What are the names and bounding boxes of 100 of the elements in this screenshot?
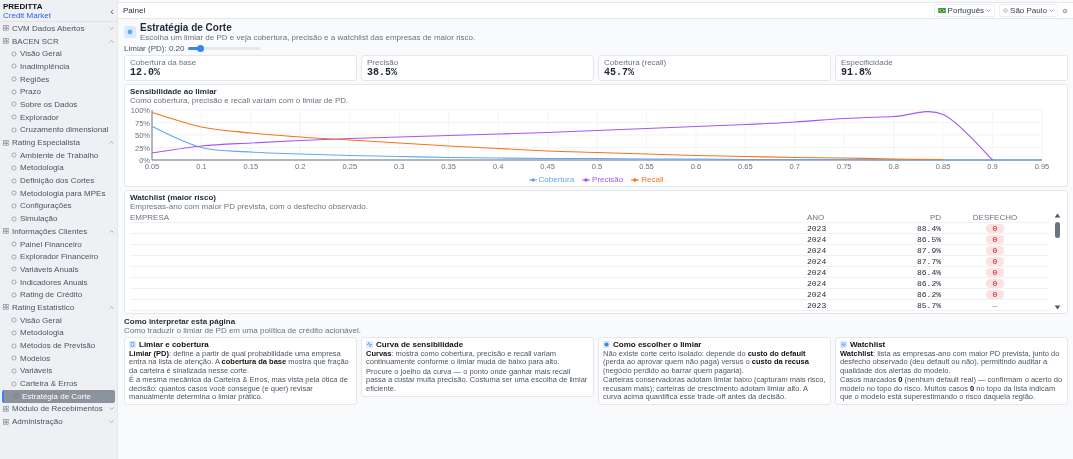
outcome-badge: 0 [985, 223, 1005, 233]
sidebar-item[interactable]: Simulação [2, 212, 115, 225]
language-select[interactable]: Português [933, 4, 996, 17]
sidebar-item[interactable]: Variáveis [2, 364, 115, 378]
chart-subtitle: Como cobertura, precisão e recall variam com o limiar de PD. [130, 96, 350, 105]
table-cell-text: 2024 [807, 267, 828, 277]
column-header: DESFECHO [971, 212, 1019, 222]
circle-icon [11, 76, 17, 83]
circle-icon [11, 50, 17, 57]
page-subtitle: Escolha um limiar de PD e veja cobertura, precisão e a watchlist das empresas de maior risco. [140, 33, 476, 42]
circle-icon [11, 101, 17, 108]
circle-icon [11, 279, 17, 286]
sidebar-group[interactable]: Rating Estatístico [0, 301, 117, 314]
sidebar-item[interactable]: Explorador Financeiro [2, 250, 115, 264]
dot-icon [126, 28, 134, 36]
outcome-badge: 0 [985, 289, 1005, 299]
sidebar-item[interactable]: Inadimplência [2, 60, 115, 73]
sidebar-item[interactable]: Rating de Crédito [2, 288, 115, 302]
circle-icon [11, 253, 17, 260]
card-title: Watchlist [850, 340, 886, 349]
flag-icon [937, 8, 946, 13]
legend-label: Cobertura [538, 175, 575, 184]
sidebar-item[interactable]: Metodologia [2, 326, 115, 340]
section-title: Como interpretar esta página [124, 317, 237, 326]
circle-icon [11, 367, 17, 374]
scroll-down-icon[interactable] [1054, 304, 1061, 311]
sidebar-item[interactable]: Metodologia [2, 161, 115, 175]
outcome-badge: 0 [985, 267, 1005, 277]
table-cell: 87.7% [917, 256, 941, 266]
grid-icon [3, 139, 9, 146]
sidebar-item[interactable]: Regiões [2, 72, 115, 86]
sidebar-item[interactable]: Sobre os Dados [2, 98, 115, 111]
sidebar-group[interactable]: Módulo de Recebimentos [0, 402, 117, 416]
circle-icon [11, 164, 17, 171]
sidebar-item[interactable]: Metodologia para MPEs [2, 186, 115, 200]
table-cell-text: 2024 [807, 256, 828, 266]
sidebar-group[interactable]: Administração [0, 415, 117, 428]
chevron-icon [986, 8, 992, 13]
collapse-button[interactable]: ‹ [110, 5, 114, 17]
circle-icon [11, 177, 17, 184]
scrollbar-thumb[interactable] [1055, 222, 1060, 238]
sidebar-item[interactable]: Ambiente de Trabalho [2, 148, 115, 162]
circle-icon [11, 342, 17, 349]
table-cell: 86.4% [917, 267, 941, 277]
document-icon [129, 341, 136, 348]
circle-icon [11, 114, 17, 121]
table-cell: 86.2% [917, 289, 941, 299]
sidebar-item[interactable]: Modelos [2, 351, 115, 365]
sidebar-group[interactable]: BACEN SCR [0, 34, 117, 48]
globe-icon [1003, 8, 1009, 13]
sidebar-item[interactable]: Métodos de Previsão [2, 339, 115, 352]
circle-icon [11, 152, 17, 159]
slider-thumb[interactable] [197, 45, 205, 52]
section-subtitle: Como traduzir o limiar de PD em uma política de crédito acionável. [124, 326, 362, 335]
card-title: Curva de sensibilidade [376, 340, 464, 349]
metric-label: Especificidade [841, 58, 894, 67]
sidebar-item[interactable]: Variáveis Anuais [2, 263, 115, 276]
table-cell: 86.5% [917, 234, 941, 244]
table-cell-text: 2024 [807, 245, 828, 255]
info-icon [603, 341, 610, 348]
breadcrumb[interactable]: Painel [123, 6, 146, 15]
metric-value: 91.8% [841, 67, 872, 78]
sidebar-group[interactable]: CVM Dados Abertos [0, 22, 117, 35]
sidebar-group[interactable]: Informações Clientes [0, 225, 117, 238]
circle-icon [11, 380, 17, 387]
pulse-icon [366, 341, 373, 348]
settings-icon[interactable] [1062, 7, 1068, 14]
sidebar-item[interactable]: Configurações [2, 199, 115, 213]
metric-label: Cobertura da base [130, 58, 198, 67]
circle-icon [11, 126, 17, 133]
circle-icon [11, 215, 17, 222]
table-cell-text: 2023 [807, 223, 828, 233]
timezone-select[interactable]: São Paulo [999, 4, 1058, 17]
sidebar-item[interactable]: Cruzamento dimensional [2, 123, 115, 137]
metric-label: Precisão [367, 58, 400, 67]
sidebar-item[interactable]: Definição dos Cortes [2, 174, 115, 187]
sidebar-item[interactable]: Explorador [2, 110, 115, 124]
table-cell: 86.2% [917, 278, 941, 288]
table-cell-text: 2024 [807, 234, 828, 244]
legend-label: Precisão [592, 175, 624, 184]
table-cell-text: 2023 [807, 300, 828, 310]
y-axis-line [151, 109, 153, 161]
sidebar-item[interactable]: Painel Financeiro [2, 237, 115, 251]
column-header: PD [928, 212, 941, 222]
brand-name: PREDITTA [3, 2, 44, 11]
table-cell-text: 2024 [807, 289, 828, 299]
table-cell: — [992, 300, 998, 310]
sidebar-item[interactable]: Indicadores Anuais [2, 275, 115, 289]
scroll-up-icon[interactable] [1054, 212, 1061, 219]
sidebar-item[interactable]: Visão Geral [2, 47, 115, 61]
circle-icon [11, 291, 17, 298]
sidebar-item[interactable]: Visão Geral [2, 313, 115, 327]
circle-icon [11, 63, 17, 70]
circle-icon [11, 317, 17, 324]
sidebar-item[interactable]: Carteira & Erros [2, 377, 115, 390]
sidebar-item[interactable]: Prazo [2, 85, 115, 99]
metric-value: 45.7% [604, 67, 635, 78]
sidebar-group[interactable]: Rating Especialista [0, 136, 117, 149]
grid-icon [3, 405, 9, 412]
outcome-badge: 0 [985, 256, 1005, 266]
